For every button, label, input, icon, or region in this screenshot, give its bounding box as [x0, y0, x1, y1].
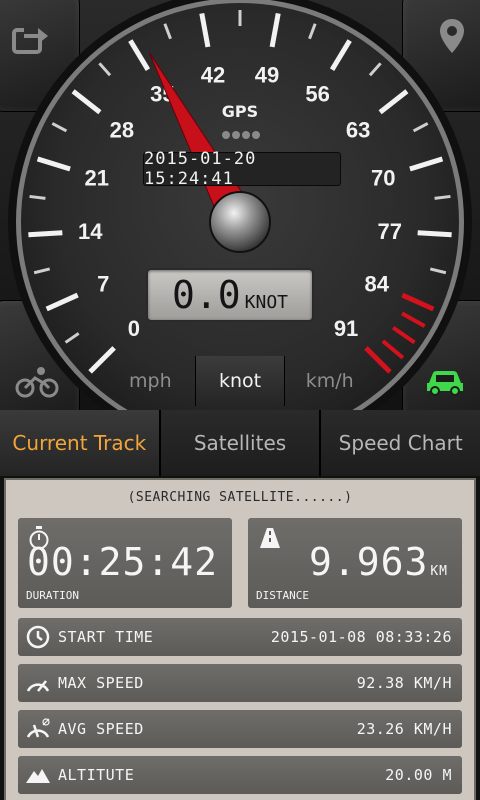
- gauge-major-tick: [417, 230, 452, 238]
- unit-tab-kmh[interactable]: km/h: [285, 356, 374, 406]
- start-time-value: 2015-01-08 08:33:26: [270, 628, 452, 646]
- gauge-tick-label: 14: [78, 219, 103, 244]
- gauge-tick-label: 77: [377, 219, 401, 244]
- speed-value: 0.0: [172, 273, 241, 317]
- cyclist-icon[interactable]: [14, 364, 60, 400]
- start-time-row: START TIME 2015-01-08 08:33:26: [18, 618, 462, 656]
- road-icon: [258, 526, 282, 552]
- distance-label: DISTANCE: [256, 589, 309, 602]
- max-speed-row: MAX SPEED 92.38 KM/H: [18, 664, 462, 702]
- avg-speed-gauge-icon: [24, 715, 52, 743]
- distance-display: 9.963 KM: [309, 540, 448, 584]
- tab-speed-chart[interactable]: Speed Chart: [321, 410, 480, 476]
- gps-label: GPS: [221, 102, 259, 121]
- distance-card: 9.963 KM DISTANCE: [248, 518, 462, 608]
- gauge-area: 0 7 14 21 28 35 42 49 56 63 70 77 84 91 GPS: [0, 0, 480, 422]
- location-pin-icon[interactable]: [432, 14, 472, 58]
- car-icon[interactable]: [422, 364, 468, 400]
- status-text: (SEARCHING SATELLITE......): [127, 490, 353, 505]
- clock-icon: [24, 623, 52, 651]
- tab-satellites[interactable]: Satellites: [160, 410, 322, 476]
- speedometer-dial: 071421283542 49566370778491: [8, 0, 472, 410]
- max-speed-gauge-icon: [24, 669, 52, 697]
- gauge-tick-label: 42: [201, 62, 225, 87]
- speedometer-app: 0 7 14 21 28 35 42 49 56 63 70 77 84 91 GPS: [0, 0, 480, 800]
- distance-value: 9.963: [308, 540, 429, 584]
- mountain-icon: [24, 761, 52, 789]
- speed-readout: 0.0 KNOT: [146, 268, 314, 322]
- unit-selector: mph knot km/h: [106, 356, 374, 406]
- unit-tab-mph[interactable]: mph: [106, 356, 195, 406]
- duration-label: DURATION: [26, 589, 79, 602]
- gauge-minor-tick: [434, 194, 451, 200]
- altitude-value: 20.00 M: [385, 766, 452, 784]
- datetime-display: 2015-01-20 15:24:41: [143, 149, 341, 189]
- gauge-tick-label: 7: [97, 272, 109, 297]
- avg-speed-label: AVG SPEED: [58, 720, 144, 738]
- gauge-major-tick: [28, 230, 63, 238]
- gauge-tick-label: 63: [346, 117, 370, 142]
- gauge-tick-label: 84: [365, 272, 390, 297]
- gauge-tick-label: 49: [255, 62, 279, 87]
- gauge-tick-label: 91: [334, 316, 358, 341]
- gauge-minor-tick: [29, 194, 46, 200]
- track-info-panel: (SEARCHING SATELLITE......) 00:25:42 DUR…: [4, 478, 476, 800]
- avg-speed-row: AVG SPEED 23.26 KM/H: [18, 710, 462, 748]
- gauge-tick-label: 56: [305, 82, 329, 107]
- start-time-label: START TIME: [58, 628, 154, 646]
- duration-value: 00:25:42: [26, 540, 218, 584]
- avg-speed-value: 23.26 KM/H: [356, 720, 452, 738]
- altitude-label: ALTITUTE: [58, 766, 135, 784]
- altitude-row: ALTITUTE 20.00 M: [18, 756, 462, 794]
- tab-current-track[interactable]: Current Track: [0, 410, 161, 476]
- duration-card: 00:25:42 DURATION: [18, 518, 232, 608]
- gauge-tick-label: 21: [85, 165, 109, 190]
- max-speed-label: MAX SPEED: [58, 674, 144, 692]
- speed-unit: KNOT: [244, 292, 288, 313]
- refresh-icon[interactable]: [8, 20, 52, 60]
- distance-unit: KM: [430, 564, 448, 579]
- gauge-tick-label: 0: [128, 316, 140, 341]
- gps-signal-indicator: [221, 126, 261, 139]
- gauge-tick-label: 70: [371, 165, 395, 190]
- max-speed-value: 92.38 KM/H: [356, 674, 452, 692]
- gauge-tick-label: 28: [110, 117, 134, 142]
- unit-tab-knot[interactable]: knot: [194, 356, 286, 406]
- main-tabs: Current Track Satellites Speed Chart: [0, 410, 480, 476]
- needle-hub: [209, 191, 271, 253]
